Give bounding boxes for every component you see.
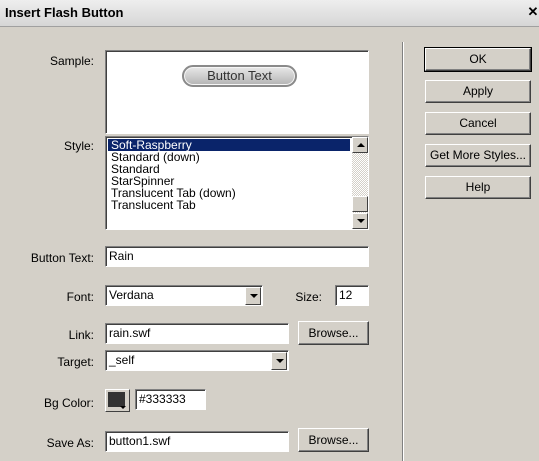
button-text-field[interactable]: Rain (105, 246, 369, 267)
get-more-styles-button[interactable]: Get More Styles... (425, 144, 531, 167)
scroll-down-icon (357, 219, 365, 223)
dialog-title: Insert Flash Button (5, 5, 124, 20)
style-scrollbar[interactable] (352, 137, 368, 229)
get-more-styles-label: Get More Styles... (429, 148, 527, 162)
divider (402, 42, 404, 461)
save-as-label: Save As: (46, 436, 94, 450)
scroll-up-icon (357, 143, 365, 147)
font-select[interactable]: Verdana (105, 285, 263, 306)
target-select[interactable]: _self (105, 350, 289, 371)
ok-label: OK (469, 52, 487, 66)
target-label: Target: (57, 355, 94, 369)
size-field[interactable]: 12 (335, 285, 369, 306)
link-browse-label: Browse... (308, 326, 359, 340)
sample-label: Sample: (49, 54, 94, 68)
color-swatch (108, 392, 125, 407)
save-as-browse-label: Browse... (308, 433, 359, 447)
style-list-item[interactable]: Translucent Tab (108, 199, 350, 211)
font-label: Font: (66, 290, 94, 304)
target-value: _self (109, 353, 135, 367)
scroll-thumb[interactable] (352, 196, 368, 212)
save-as-field[interactable]: button1.swf (105, 431, 289, 452)
swatch-arrow-icon (120, 406, 126, 409)
help-label: Help (465, 180, 491, 194)
button-text-label: Button Text: (30, 251, 94, 265)
sample-button-preview: Button Text (182, 65, 297, 87)
bg-color-field[interactable]: #333333 (135, 389, 206, 410)
sample-preview: Button Text (105, 50, 369, 134)
close-icon[interactable]: ✕ (527, 4, 539, 20)
cancel-button[interactable]: Cancel (425, 112, 531, 135)
ok-button[interactable]: OK (424, 47, 532, 72)
scroll-up-button[interactable] (352, 137, 368, 153)
target-dropdown-button[interactable] (271, 352, 287, 370)
style-list: Soft-Raspberry Standard (down) Standard Sta… (108, 139, 350, 211)
cancel-label: Cancel (459, 116, 497, 130)
size-label: Size: (295, 290, 322, 304)
font-value: Verdana (109, 288, 154, 302)
insert-flash-button-dialog: Insert Flash Button ✕ Sample: Button Tex… (0, 0, 539, 461)
scroll-down-button[interactable] (352, 213, 368, 229)
font-dropdown-button[interactable] (245, 287, 261, 305)
chevron-down-icon (250, 294, 258, 298)
link-field[interactable]: rain.swf (105, 323, 289, 344)
style-listbox[interactable]: Soft-Raspberry Standard (down) Standard Sta… (105, 136, 369, 230)
chevron-down-icon (276, 359, 284, 363)
bg-color-label: Bg Color: (43, 396, 94, 410)
save-as-browse-button[interactable]: Browse... (298, 428, 369, 452)
color-swatch-button[interactable] (105, 389, 130, 412)
title-bar[interactable]: Insert Flash Button ✕ (0, 0, 539, 27)
link-browse-button[interactable]: Browse... (298, 321, 369, 345)
apply-button[interactable]: Apply (425, 80, 531, 103)
link-label: Link: (68, 328, 94, 342)
apply-label: Apply (462, 84, 494, 98)
help-button[interactable]: Help (425, 176, 531, 199)
style-label: Style: (63, 139, 94, 153)
